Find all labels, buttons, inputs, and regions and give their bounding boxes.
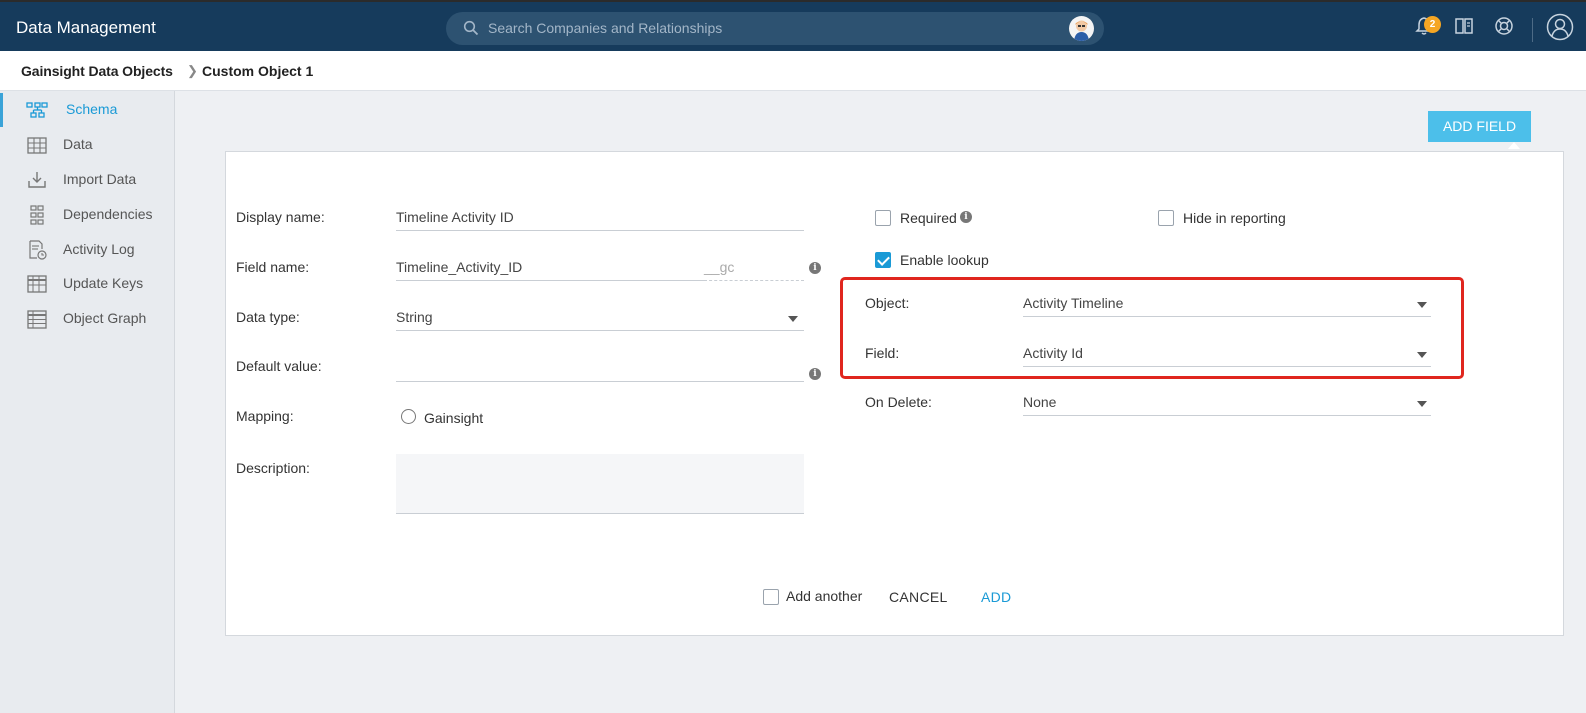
import-icon bbox=[28, 172, 46, 188]
chevron-right-icon: ❯ bbox=[187, 63, 198, 78]
chevron-down-icon bbox=[788, 316, 798, 322]
required-checkbox[interactable] bbox=[875, 210, 891, 226]
chevron-down-icon bbox=[1417, 401, 1427, 407]
default-value-label: Default value: bbox=[236, 358, 322, 374]
description-textarea[interactable] bbox=[396, 454, 804, 514]
on-delete-label: On Delete: bbox=[865, 394, 932, 410]
field-name-field[interactable]: Timeline_Activity_ID bbox=[396, 255, 704, 281]
sidebar-item-label: Schema bbox=[66, 101, 118, 117]
sidebar-item-data[interactable]: Data bbox=[0, 128, 175, 162]
search-icon bbox=[463, 20, 479, 36]
sidebar-item-label: Update Keys bbox=[63, 275, 144, 291]
sidebar-item-label: Dependencies bbox=[63, 206, 153, 222]
grid-icon bbox=[27, 137, 47, 154]
data-type-label: Data type: bbox=[236, 309, 300, 325]
support-icon[interactable] bbox=[1494, 16, 1514, 36]
activity-log-icon bbox=[29, 240, 47, 260]
mapping-label: Mapping: bbox=[236, 408, 294, 424]
breadcrumb-root-link[interactable]: Gainsight Data Objects bbox=[21, 63, 173, 79]
breadcrumb-current: Custom Object 1 bbox=[202, 63, 314, 79]
info-icon[interactable]: i bbox=[809, 368, 821, 380]
hide-in-reporting-label: Hide in reporting bbox=[1183, 210, 1286, 226]
add-button[interactable]: ADD bbox=[981, 589, 1011, 605]
object-graph-icon bbox=[27, 310, 47, 329]
sidebar-item-label: Object Graph bbox=[63, 310, 147, 326]
app-title: Data Management bbox=[16, 18, 156, 37]
sidebar-item-import-data[interactable]: Import Data bbox=[0, 163, 175, 197]
field-name-suffix-box: __gc bbox=[704, 255, 804, 281]
update-keys-icon bbox=[27, 275, 47, 293]
enable-lookup-checkbox[interactable] bbox=[875, 252, 891, 268]
on-delete-select[interactable]: None bbox=[1023, 390, 1431, 416]
cancel-button[interactable]: CANCEL bbox=[889, 589, 948, 605]
sidebar-item-update-keys[interactable]: Update Keys bbox=[0, 267, 175, 301]
default-value-field[interactable] bbox=[396, 356, 804, 382]
add-field-button[interactable]: ADD FIELD bbox=[1428, 111, 1531, 142]
topbar-divider bbox=[1532, 18, 1533, 42]
field-name-value: Timeline_Activity_ID bbox=[396, 259, 523, 275]
display-name-value: Timeline Activity ID bbox=[396, 209, 514, 225]
sidebar-item-label: Activity Log bbox=[63, 241, 135, 257]
mapping-gainsight-radio[interactable] bbox=[401, 409, 416, 424]
user-profile-icon[interactable] bbox=[1546, 13, 1574, 41]
dependencies-icon bbox=[30, 205, 44, 225]
sidebar-item-object-graph[interactable]: Object Graph bbox=[0, 302, 175, 336]
sidebar-item-schema[interactable]: Schema bbox=[0, 93, 175, 127]
add-another-checkbox[interactable] bbox=[763, 589, 779, 605]
search-input[interactable]: Search Companies and Relationships bbox=[488, 20, 722, 36]
top-navigation-bar: Data Management Search Companies and Rel… bbox=[0, 0, 1586, 51]
sidebar: Schema Data Import Data Dependencies Act… bbox=[0, 91, 175, 713]
enable-lookup-label: Enable lookup bbox=[900, 252, 989, 268]
global-search[interactable]: Search Companies and Relationships bbox=[446, 12, 1104, 45]
field-name-suffix: __gc bbox=[704, 259, 735, 275]
on-delete-value: None bbox=[1023, 394, 1057, 410]
info-icon[interactable]: i bbox=[809, 262, 821, 274]
add-another-label: Add another bbox=[786, 588, 863, 604]
hide-in-reporting-checkbox[interactable] bbox=[1158, 210, 1174, 226]
notification-badge: 2 bbox=[1424, 16, 1441, 33]
required-label: Required bbox=[900, 210, 957, 226]
data-type-select[interactable]: String bbox=[396, 305, 804, 331]
field-name-label: Field name: bbox=[236, 259, 310, 275]
sidebar-item-activity-log[interactable]: Activity Log bbox=[0, 233, 175, 267]
book-icon[interactable] bbox=[1454, 16, 1474, 36]
description-label: Description: bbox=[236, 460, 310, 476]
assistant-avatar-icon[interactable] bbox=[1069, 16, 1094, 41]
lookup-highlight-box bbox=[840, 277, 1464, 379]
breadcrumb: Gainsight Data Objects ❯ Custom Object 1 bbox=[0, 51, 1586, 91]
mapping-option-label: Gainsight bbox=[424, 410, 484, 426]
sidebar-item-dependencies[interactable]: Dependencies bbox=[0, 198, 175, 232]
sidebar-item-label: Import Data bbox=[63, 171, 137, 187]
display-name-field[interactable]: Timeline Activity ID bbox=[396, 205, 804, 231]
sidebar-item-label: Data bbox=[63, 136, 93, 152]
data-type-value: String bbox=[396, 309, 433, 325]
info-icon[interactable]: i bbox=[960, 211, 972, 223]
schema-icon bbox=[26, 102, 48, 118]
display-name-label: Display name: bbox=[236, 209, 325, 225]
popover-caret bbox=[1508, 142, 1520, 149]
